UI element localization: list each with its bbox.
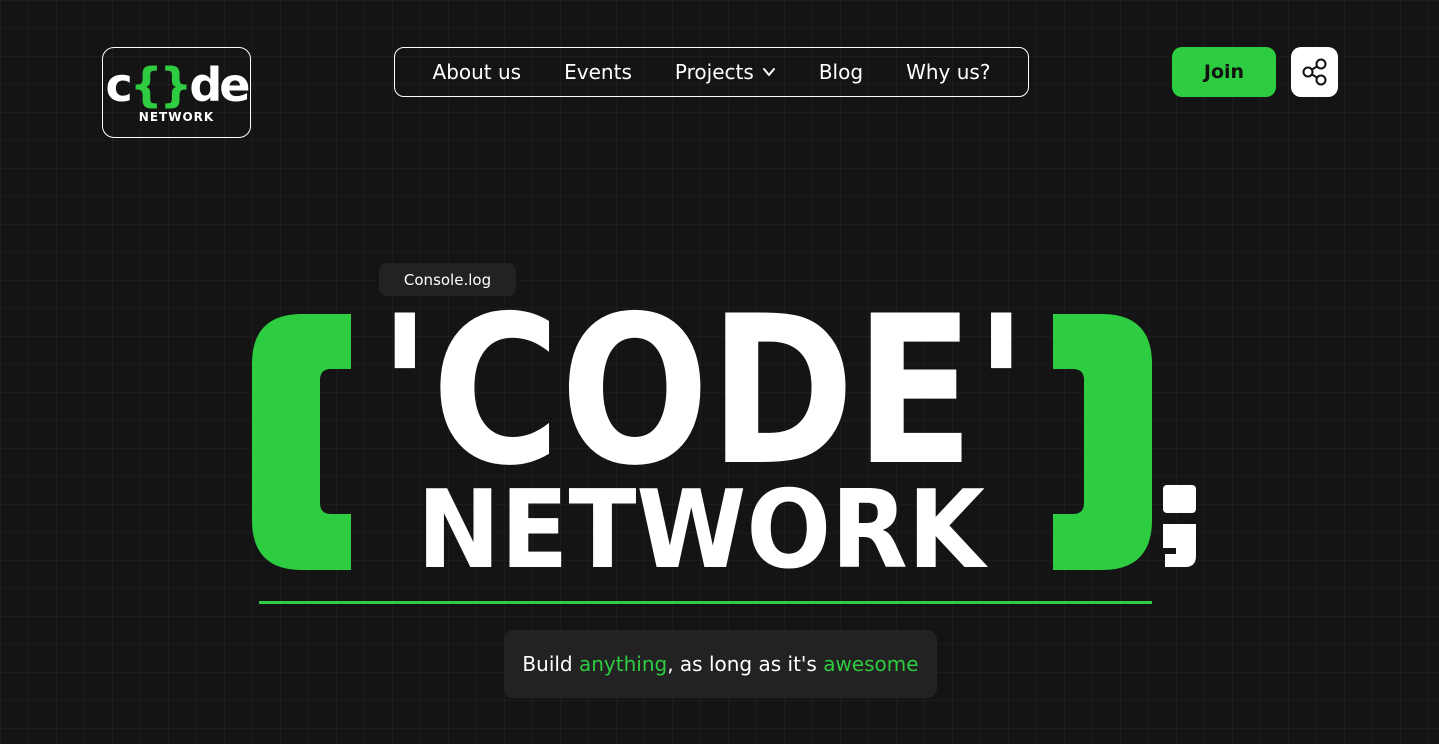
- hero-title-line2: NETWORK: [417, 468, 988, 593]
- hero-tagline: Build anything , as long as it's awesome: [504, 630, 937, 698]
- tagline-part1: Build: [522, 652, 579, 676]
- hero-divider: [259, 601, 1152, 604]
- hero-close-paren: [1053, 314, 1152, 570]
- tagline-highlight-anything: anything: [578, 652, 668, 676]
- tagline-part2: , as long as it's: [667, 652, 824, 676]
- tagline-highlight-awesome: awesome: [823, 652, 919, 676]
- hero-semicolon-dot: [1163, 485, 1196, 513]
- hero-open-paren: [252, 314, 351, 570]
- hero-semicolon-tail: [1163, 524, 1196, 567]
